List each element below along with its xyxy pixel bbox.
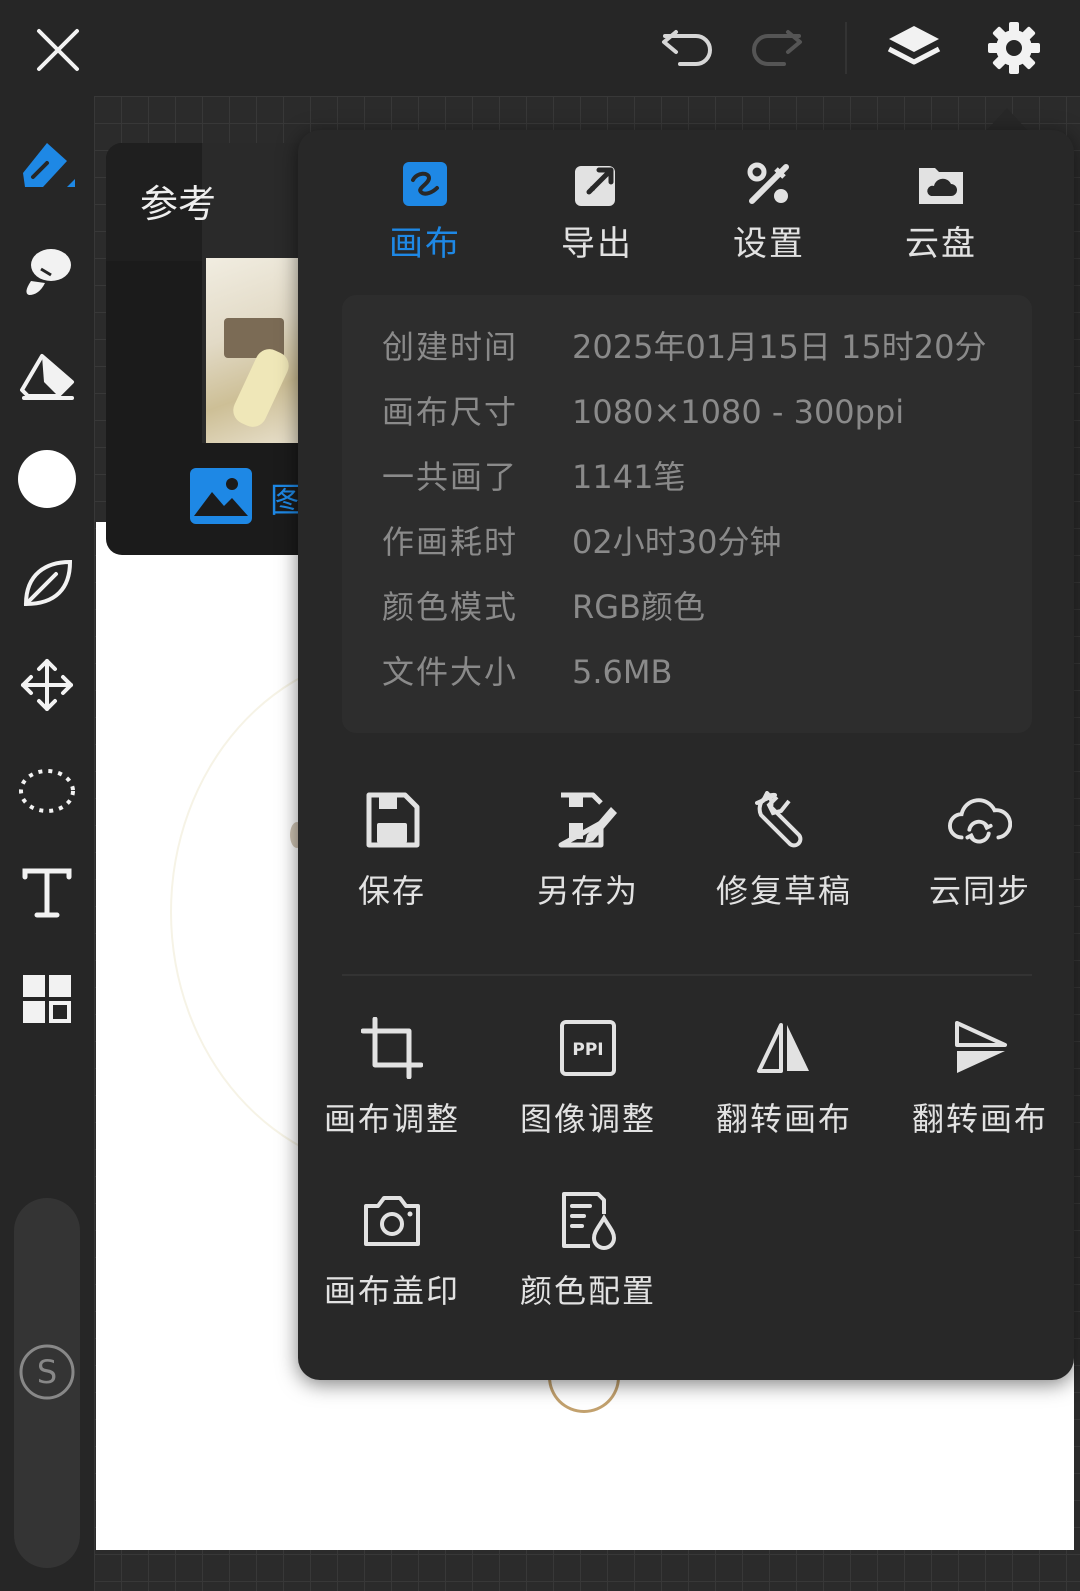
- action-label: 图像调整: [519, 1100, 656, 1138]
- separator: [845, 22, 847, 74]
- image-adjust-button[interactable]: PPI 图像调整: [490, 1016, 686, 1156]
- cloud-folder-icon: [917, 160, 965, 208]
- info-row-file-size: 文件大小 5.6MB: [382, 647, 672, 697]
- info-value: 1080×1080 - 300ppi: [572, 393, 905, 431]
- save-as-button[interactable]: 另存为: [490, 788, 686, 928]
- action-label: 画布盖印: [323, 1272, 460, 1310]
- info-value: 2025年01月15日 15时20分: [572, 328, 987, 366]
- text-icon[interactable]: [12, 858, 82, 928]
- canvas-info-panel: 创建时间 2025年01月15日 15时20分 画布尺寸 1080×1080 -…: [342, 295, 1032, 733]
- tab-label: 设置: [733, 224, 805, 264]
- action-label: 翻转画布: [911, 1100, 1048, 1138]
- wrench-icon: [752, 788, 816, 852]
- reference-title: 参考: [140, 182, 217, 226]
- info-key: 画布尺寸: [382, 393, 519, 431]
- tab-label: 导出: [561, 224, 633, 264]
- info-key: 颜色模式: [382, 588, 519, 626]
- flip-horizontal-icon: [752, 1016, 816, 1080]
- eraser-icon[interactable]: [12, 342, 82, 412]
- cloud-sync-icon: [948, 788, 1012, 852]
- action-label: 画布调整: [323, 1100, 460, 1138]
- gear-icon[interactable]: [982, 16, 1046, 80]
- info-key: 创建时间: [382, 328, 519, 366]
- canvas-menu-popover: 画布 导出 设置 云盘 创建时间 2025年01月15日 15时20分 画布尺寸…: [298, 130, 1074, 1380]
- save-button[interactable]: 保存: [294, 788, 490, 928]
- tab-cloud-drive[interactable]: 云盘: [866, 160, 1016, 270]
- flip-canvas-horizontal-button[interactable]: 翻转画布: [686, 1016, 882, 1156]
- canvas-icon: [401, 160, 449, 208]
- info-key: 一共画了: [382, 458, 519, 496]
- action-label: 云同步: [928, 872, 1031, 910]
- tab-export[interactable]: 导出: [522, 160, 672, 270]
- redo-icon[interactable]: [744, 20, 808, 76]
- action-label: 颜色配置: [519, 1272, 656, 1310]
- info-value: 1141笔: [572, 458, 686, 496]
- brush-icon[interactable]: [12, 130, 82, 200]
- export-icon: [573, 160, 621, 208]
- flip-vertical-icon: [948, 1016, 1012, 1080]
- top-bar: [0, 0, 1080, 96]
- lasso-icon[interactable]: [12, 756, 82, 826]
- repair-draft-button[interactable]: 修复草稿: [686, 788, 882, 928]
- grid-icon[interactable]: [12, 964, 82, 1034]
- flip-canvas-vertical-button[interactable]: 翻转画布: [882, 1016, 1078, 1156]
- s-button[interactable]: S: [18, 1343, 76, 1401]
- tab-settings[interactable]: 设置: [694, 160, 844, 270]
- canvas-adjust-button[interactable]: 画布调整: [294, 1016, 490, 1156]
- divider: [342, 974, 1032, 976]
- cloud-sync-button[interactable]: 云同步: [882, 788, 1078, 928]
- action-label: 翻转画布: [715, 1100, 852, 1138]
- color-swatch[interactable]: [12, 444, 82, 514]
- color-config-button[interactable]: 颜色配置: [490, 1188, 686, 1328]
- ppi-icon: PPI: [556, 1016, 620, 1080]
- tab-label: 云盘: [905, 224, 977, 264]
- save-icon: [360, 788, 424, 852]
- close-icon[interactable]: [26, 18, 90, 82]
- tools-icon: [745, 160, 793, 208]
- image-icon[interactable]: [190, 468, 252, 524]
- action-label: 另存为: [536, 872, 639, 910]
- transform-icon[interactable]: [12, 650, 82, 720]
- info-row-strokes: 一共画了 1141笔: [382, 452, 685, 502]
- ppi-icon-text: PPI: [572, 1040, 603, 1060]
- info-key: 作画耗时: [382, 523, 519, 561]
- leaf-icon[interactable]: [12, 548, 82, 618]
- canvas-stamp-button[interactable]: 画布盖印: [294, 1188, 490, 1328]
- info-value: 02小时30分钟: [572, 523, 782, 561]
- s-label: S: [37, 1353, 57, 1391]
- tab-canvas[interactable]: 画布: [350, 160, 500, 270]
- info-row-size: 画布尺寸 1080×1080 - 300ppi: [382, 387, 904, 437]
- info-key: 文件大小: [382, 653, 519, 691]
- action-label: 保存: [357, 872, 426, 910]
- info-value: 5.6MB: [572, 653, 673, 691]
- info-value: RGB颜色: [572, 588, 705, 626]
- info-row-duration: 作画耗时 02小时30分钟: [382, 517, 781, 567]
- info-row-created: 创建时间 2025年01月15日 15时20分: [382, 322, 987, 372]
- popover-arrow: [985, 108, 1029, 132]
- crop-icon: [360, 1016, 424, 1080]
- smudge-icon[interactable]: [12, 236, 82, 306]
- save-as-icon: [556, 788, 620, 852]
- info-row-color-mode: 颜色模式 RGB颜色: [382, 582, 705, 632]
- color-config-icon: [556, 1188, 620, 1252]
- tab-label: 画布: [389, 224, 461, 264]
- layers-icon[interactable]: [882, 16, 946, 80]
- camera-icon: [360, 1188, 424, 1252]
- undo-icon[interactable]: [656, 20, 720, 76]
- action-label: 修复草稿: [715, 872, 852, 910]
